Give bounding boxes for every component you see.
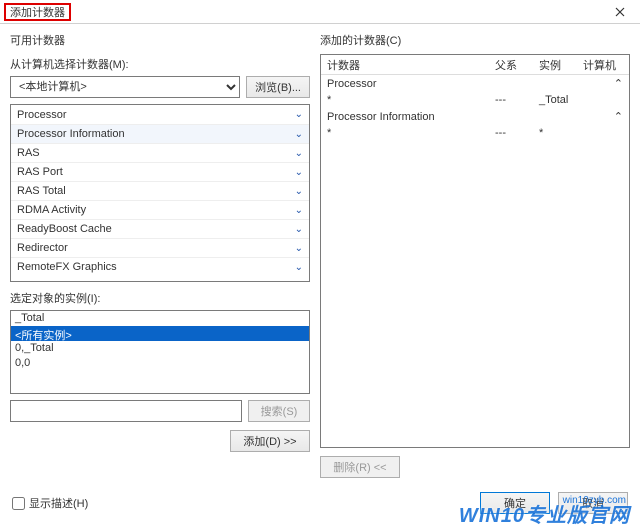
added-group-header[interactable]: Processor ⌃ <box>321 75 629 92</box>
chevron-down-icon: ⌄ <box>295 205 303 216</box>
cancel-button[interactable]: 取消 <box>558 492 628 514</box>
instance-item[interactable]: _Total <box>11 311 309 326</box>
chevron-down-icon: ⌄ <box>295 262 303 273</box>
counter-item-label: Processor <box>17 109 67 121</box>
chevron-up-icon: ⌃ <box>614 77 623 90</box>
ok-button[interactable]: 确定 <box>480 492 550 514</box>
dialog-body: 可用计数器 从计算机选择计数器(M): <本地计算机> 浏览(B)... Pro… <box>0 24 640 484</box>
chevron-down-icon: ⌄ <box>295 243 303 254</box>
counter-item[interactable]: RAS Port ⌄ <box>11 162 309 181</box>
counter-item[interactable]: Processor Information ⌄ <box>11 124 309 143</box>
added-group-name: Processor <box>327 78 377 90</box>
counter-item-label: RDMA Activity <box>17 204 86 216</box>
added-cell-counter: * <box>321 94 489 106</box>
col-instance: 实例 <box>533 57 577 73</box>
chevron-down-icon: ⌄ <box>295 186 303 197</box>
instance-search-input[interactable] <box>10 400 242 422</box>
chevron-down-icon: ⌄ <box>295 109 303 120</box>
col-computer: 计算机 <box>577 57 629 73</box>
close-icon <box>615 7 625 17</box>
instances-list[interactable]: _Total<所有实例>0,_Total0,0 <box>10 310 310 394</box>
added-row[interactable]: *---* <box>321 125 629 141</box>
chevron-down-icon: ⌄ <box>295 129 303 140</box>
available-counters-pane: 可用计数器 从计算机选择计数器(M): <本地计算机> 浏览(B)... Pro… <box>10 32 310 478</box>
counter-item-label: RemoteFX Graphics <box>17 261 117 273</box>
counter-item[interactable]: Redirector ⌄ <box>11 238 309 257</box>
counter-item-label: Processor Information <box>17 128 125 140</box>
added-cell-counter: * <box>321 127 489 139</box>
added-cell-instance: * <box>533 127 577 139</box>
instance-item[interactable]: <所有实例> <box>11 326 309 341</box>
close-button[interactable] <box>600 0 640 24</box>
added-cell-computer <box>577 94 629 106</box>
counter-category-list[interactable]: Processor⌄Processor Information⌄RAS⌄RAS … <box>10 104 310 282</box>
counter-item-label: ReadyBoost Cache <box>17 223 112 235</box>
window-title: 添加计数器 <box>4 3 71 21</box>
added-row[interactable]: *---_Total <box>321 92 629 108</box>
title-bar: 添加计数器 <box>0 0 640 24</box>
added-group-header[interactable]: Processor Information ⌃ <box>321 108 629 125</box>
counter-item-label: RAS Total <box>17 185 66 197</box>
counter-item[interactable]: RemoteFX Graphics ⌄ <box>11 257 309 276</box>
chevron-down-icon: ⌄ <box>295 167 303 178</box>
added-counters-pane: 添加的计数器(C) 计数器 父系 实例 计算机 Processor⌃*---_T… <box>320 32 630 478</box>
added-table-header: 计数器 父系 实例 计算机 <box>321 55 629 75</box>
chevron-up-icon: ⌃ <box>614 110 623 123</box>
added-cell-parent: --- <box>489 94 533 106</box>
added-counters-label: 添加的计数器(C) <box>320 32 630 48</box>
show-description-input[interactable] <box>12 497 25 510</box>
added-group-name: Processor Information <box>327 111 435 123</box>
chevron-down-icon: ⌄ <box>295 224 303 235</box>
show-description-checkbox[interactable]: 显示描述(H) <box>12 495 88 511</box>
counter-item-label: RAS <box>17 147 40 159</box>
counter-item[interactable]: RDMA Activity ⌄ <box>11 200 309 219</box>
added-cell-parent: --- <box>489 127 533 139</box>
browse-button[interactable]: 浏览(B)... <box>246 76 310 98</box>
added-cell-computer <box>577 127 629 139</box>
col-counter: 计数器 <box>321 57 489 73</box>
add-button[interactable]: 添加(D) >> <box>230 430 310 452</box>
remove-button[interactable]: 删除(R) << <box>320 456 400 478</box>
instance-item[interactable]: 0,0 <box>11 356 309 371</box>
added-counters-table[interactable]: 计数器 父系 实例 计算机 Processor⌃*---_TotalProces… <box>320 54 630 448</box>
search-button[interactable]: 搜索(S) <box>248 400 310 422</box>
from-computer-label: 从计算机选择计数器(M): <box>10 56 310 72</box>
dialog-footer: 显示描述(H) 确定 取消 <box>0 484 640 522</box>
col-parent: 父系 <box>489 57 533 73</box>
counter-item-label: RAS Port <box>17 166 63 178</box>
counter-item[interactable]: ReadyBoost Cache ⌄ <box>11 219 309 238</box>
instances-label: 选定对象的实例(I): <box>10 290 310 306</box>
counter-item[interactable]: Processor ⌄ <box>11 105 309 124</box>
chevron-down-icon: ⌄ <box>295 148 303 159</box>
instance-item[interactable]: 0,_Total <box>11 341 309 356</box>
show-description-label: 显示描述(H) <box>29 495 88 511</box>
window-controls <box>600 0 640 24</box>
counter-item[interactable]: RAS ⌄ <box>11 143 309 162</box>
counter-item[interactable]: RAS Total ⌄ <box>11 181 309 200</box>
available-counters-label: 可用计数器 <box>10 32 310 48</box>
counter-item-label: Redirector <box>17 242 68 254</box>
computer-select[interactable]: <本地计算机> <box>10 76 240 98</box>
added-cell-instance: _Total <box>533 94 577 106</box>
